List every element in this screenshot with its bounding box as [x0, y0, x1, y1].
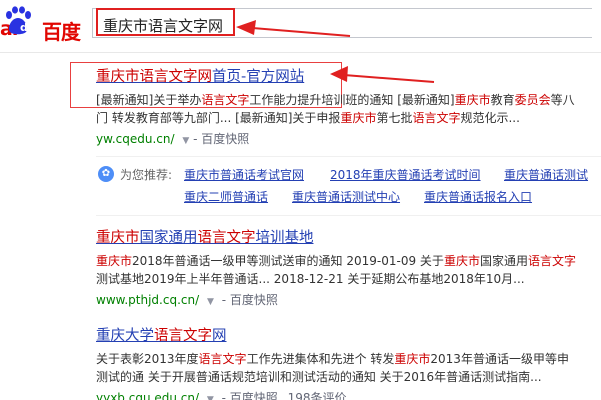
text-segment: 国家通用: [139, 230, 198, 246]
keyword-highlight: 委员会: [514, 93, 551, 107]
text-segment: 规范化示...: [460, 111, 520, 125]
result-url-line: yyxb.cqu.edu.cn/ ▼ - 百度快照 198条评价: [96, 389, 601, 400]
text-segment: 教育: [490, 93, 515, 107]
keyword-highlight: 语言文字: [527, 254, 576, 268]
result-title-link[interactable]: 重庆市国家通用语言文字培训基地: [96, 228, 601, 248]
text-segment: 关于表彰2013年度: [96, 352, 199, 366]
text-segment: 2018年普通话一级甲等测试送审的通知 2019-01-09 关于: [132, 254, 444, 268]
recommend-link[interactable]: 重庆市普通话考试官网: [184, 166, 304, 183]
text-segment: 重庆大学: [96, 328, 154, 344]
search-result: 重庆市国家通用语言文字培训基地 重庆市2018年普通话一级甲等测试送审的通知 2…: [96, 228, 601, 311]
text-segment: 2013年普通话一级甲等申: [430, 352, 569, 366]
result-url-line: www.pthjd.cq.cn/ ▼ - 百度快照: [96, 291, 601, 311]
result-abstract-line: [最新通知]关于举办语言文字工作能力提升培训班的通知 [最新通知]重庆市教育委员…: [96, 91, 601, 109]
cache-snapshot-link[interactable]: - 百度快照: [193, 132, 249, 146]
result-abstract-line: 重庆市2018年普通话一级甲等测试送审的通知 2019-01-09 关于重庆市国…: [96, 252, 601, 270]
keyword-highlight: 语言文字: [412, 111, 461, 125]
text-segment: 等八: [550, 93, 575, 107]
keyword-highlight: 重庆市: [454, 93, 491, 107]
paw-icon: ✿: [98, 166, 114, 182]
recommend-label: 为您推荐:: [120, 168, 173, 182]
recommend-link[interactable]: 重庆普通话测试中心: [292, 188, 400, 205]
keyword-highlight: 语言文字: [198, 352, 247, 366]
logo-baidu-text: 百度: [42, 20, 81, 44]
dropdown-caret-icon[interactable]: ▼: [207, 297, 214, 307]
text-segment: 网: [212, 328, 227, 344]
result-abstract-line: 关于表彰2013年度语言文字工作先进集体和先进个 转发重庆市2013年普通话一级…: [96, 350, 601, 368]
text-segment: 工作能力提升培训班的通知 [最新通知]: [249, 93, 455, 107]
text-segment: 首页-官方网站: [212, 69, 305, 85]
dropdown-caret-icon[interactable]: ▼: [207, 395, 214, 400]
keyword-highlight: 重庆市: [443, 254, 480, 268]
keyword-highlight: 重庆市: [340, 111, 377, 125]
result-url[interactable]: yw.cqedu.cn/: [96, 132, 175, 146]
result-url-line: yw.cqedu.cn/ ▼ - 百度快照: [96, 130, 601, 150]
keyword-highlight: 重庆市: [96, 230, 140, 246]
recommend-link[interactable]: 重庆普通话报名入口: [424, 188, 532, 205]
review-count[interactable]: 198条评价: [288, 391, 347, 400]
divider: [96, 215, 601, 216]
keyword-highlight: 语言文字: [197, 230, 256, 246]
divider: [96, 156, 601, 157]
text-segment: 国家通用: [479, 254, 528, 268]
keyword-highlight: 重庆市: [96, 254, 133, 268]
text-segment: 第七批: [376, 111, 413, 125]
cache-snapshot-link[interactable]: - 百度快照: [222, 391, 278, 400]
result-title-link[interactable]: 重庆大学语言文字网: [96, 326, 601, 346]
text-segment: [最新通知]关于举办: [96, 93, 202, 107]
keyword-highlight: 语言文字: [201, 93, 250, 107]
text-segment: 测试的通 关于开展普通话规范培训和测试活动的通知 关于2016年普通话测试指南.…: [96, 370, 542, 384]
recommend-link[interactable]: 重庆二师普通话: [184, 188, 268, 205]
keyword-highlight: 重庆市: [394, 352, 431, 366]
recommend-link[interactable]: 2018年重庆普通话考试时间: [330, 166, 481, 183]
text-segment: 门 转发教育部等九部门... [最新通知]关于申报: [96, 111, 341, 125]
keyword-highlight: 重庆市语言文字网: [96, 69, 212, 85]
logo-du-text: du: [20, 21, 35, 34]
search-header: ai du 百度 重庆市语言文字网: [0, 0, 601, 53]
search-input[interactable]: 重庆市语言文字网: [92, 8, 592, 38]
keyword-highlight: 语言文字: [154, 328, 212, 344]
result-url[interactable]: www.pthjd.cq.cn/: [96, 293, 199, 307]
result-url[interactable]: yyxb.cqu.edu.cn/: [96, 391, 199, 400]
result-title-link[interactable]: 重庆市语言文字网首页-官方网站: [96, 67, 601, 87]
search-result: 重庆大学语言文字网 关于表彰2013年度语言文字工作先进集体和先进个 转发重庆市…: [96, 326, 601, 400]
text-segment: 测试基地2019年上半年普通话... 2018-12-21 关于延期公布基地20…: [96, 272, 525, 286]
serp-page: ai du 百度 重庆市语言文字网 重庆市语言文字网首页-官方网站 [最新通知]…: [0, 0, 601, 400]
recommend-link[interactable]: 重庆普通话测试: [504, 166, 588, 183]
dropdown-caret-icon[interactable]: ▼: [182, 136, 189, 146]
result-abstract-line: 门 转发教育部等九部门... [最新通知]关于申报重庆市第七批语言文字规范化示.…: [96, 109, 601, 127]
search-result: 重庆市语言文字网首页-官方网站 [最新通知]关于举办语言文字工作能力提升培训班的…: [96, 67, 601, 150]
result-abstract-line: 测试的通 关于开展普通话规范培训和测试活动的通知 关于2016年普通话测试指南.…: [96, 368, 601, 386]
result-abstract-line: 测试基地2019年上半年普通话... 2018-12-21 关于延期公布基地20…: [96, 270, 601, 288]
search-query-text: 重庆市语言文字网: [103, 17, 224, 35]
baidu-logo[interactable]: ai du 百度: [0, 4, 90, 44]
text-segment: 工作先进集体和先进个 转发: [246, 352, 395, 366]
text-segment: 培训基地: [255, 230, 314, 246]
cache-snapshot-link[interactable]: - 百度快照: [222, 293, 278, 307]
